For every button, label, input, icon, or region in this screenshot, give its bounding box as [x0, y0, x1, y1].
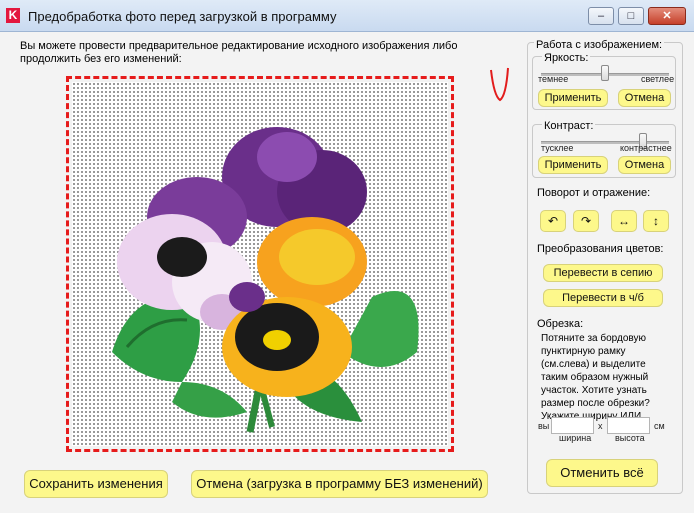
- minimize-button[interactable]: –: [588, 7, 614, 25]
- flower-image: [112, 127, 419, 433]
- panel-title: Работа с изображением:: [534, 39, 665, 51]
- brightness-apply-button[interactable]: Применить: [538, 89, 608, 107]
- crop-frame[interactable]: [66, 76, 454, 452]
- crop-width-caption: ширина: [559, 433, 592, 443]
- flip-vertical-icon[interactable]: ↕: [643, 210, 669, 232]
- undo-all-button[interactable]: Отменить всё: [546, 459, 658, 487]
- contrast-label: Контраст:: [542, 120, 596, 132]
- hand-drawn-mark: [490, 67, 509, 102]
- brightness-cancel-button[interactable]: Отмена: [618, 89, 671, 107]
- app-icon: K: [6, 8, 20, 23]
- crop-help-text: Потяните за бордовую пунктирную рамку (с…: [541, 333, 650, 422]
- contrast-min-label: тусклее: [541, 143, 574, 153]
- color-transform-label: Преобразования цветов:: [537, 243, 664, 255]
- window-title: Предобработка фото перед загрузкой в про…: [28, 9, 337, 24]
- sepia-button[interactable]: Перевести в сепию: [543, 264, 663, 282]
- crop-height-input[interactable]: [607, 417, 650, 434]
- brightness-slider-thumb[interactable]: [601, 65, 609, 81]
- rotation-label: Поворот и отражение:: [537, 187, 651, 199]
- crop-height-caption: высота: [615, 433, 645, 443]
- contrast-max-label: контрастнее: [620, 143, 672, 153]
- contrast-apply-button[interactable]: Применить: [538, 156, 608, 174]
- intro-text: Вы можете провести предварительное редак…: [20, 40, 458, 65]
- crop-unit-label: см: [654, 421, 665, 431]
- close-button[interactable]: ✕: [648, 7, 686, 25]
- grayscale-button[interactable]: Перевести в ч/б: [543, 289, 663, 307]
- brightness-max-label: светлее: [641, 74, 675, 84]
- crop-x-sign: x: [598, 421, 603, 431]
- rotate-right-icon[interactable]: ↷: [573, 210, 599, 232]
- cancel-load-unchanged-button[interactable]: Отмена (загрузка в программу БЕЗ изменен…: [191, 470, 488, 498]
- rotate-left-icon[interactable]: ↶: [540, 210, 566, 232]
- brightness-label: Яркость:: [542, 52, 591, 64]
- crop-width-input[interactable]: [551, 417, 594, 434]
- title-bar: K Предобработка фото перед загрузкой в п…: [0, 0, 694, 32]
- maximize-button[interactable]: □: [618, 7, 644, 25]
- save-changes-button[interactable]: Сохранить изменения: [24, 470, 168, 498]
- contrast-cancel-button[interactable]: Отмена: [618, 156, 671, 174]
- flip-horizontal-icon[interactable]: ↔: [611, 210, 637, 232]
- crop-size-prefix: вы: [538, 421, 550, 431]
- crop-label: Обрезка:: [537, 318, 584, 330]
- brightness-min-label: темнее: [538, 74, 569, 84]
- photo-preview: [72, 82, 448, 446]
